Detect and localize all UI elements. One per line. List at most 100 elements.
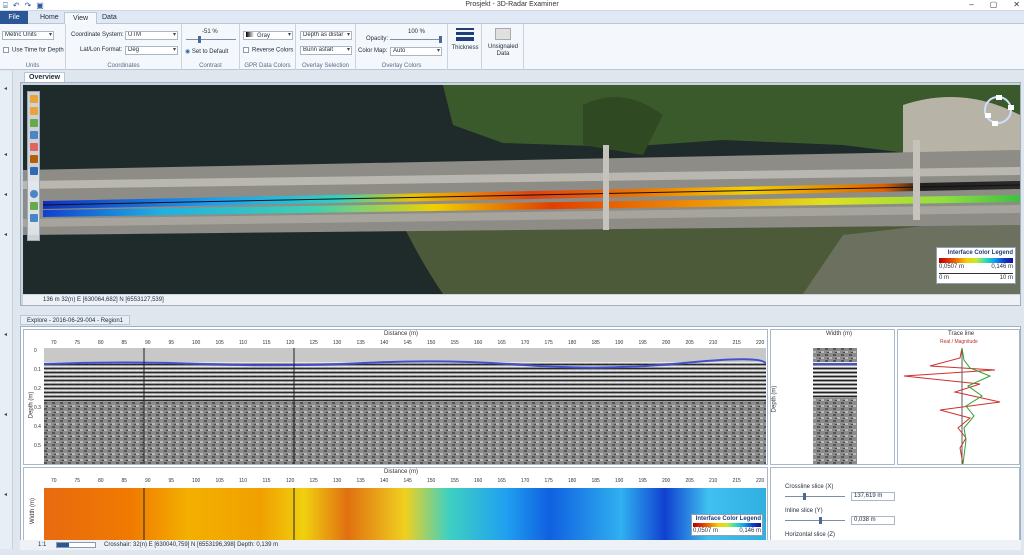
- distance-tick-label: 130: [333, 340, 342, 346]
- distance-tick-label: 110: [239, 478, 247, 484]
- distance-tick-label: 115: [262, 478, 271, 484]
- palette-label: Gray: [257, 33, 271, 39]
- unsignaled-button[interactable]: Unsignaled Data: [482, 24, 524, 70]
- trace-plot: [903, 348, 1001, 464]
- units-select[interactable]: Metric Units: [2, 31, 54, 40]
- width-panel[interactable]: Width (m) Depth (m): [770, 329, 895, 465]
- distance-tick-label: 75: [74, 478, 81, 484]
- reverse-colors-label: Reverse Colors: [252, 47, 294, 54]
- cscan-panel[interactable]: Distance (m) 70 75 80 85 90 95 100 105 110 115 120…: [23, 467, 768, 541]
- aerial-map[interactable]: [23, 85, 1020, 294]
- colormap-select[interactable]: Auto: [390, 47, 442, 56]
- distance-tick-label: 80: [98, 340, 104, 346]
- set-default-button[interactable]: ◉ Set to Default: [185, 48, 228, 55]
- dock-arrow-icon[interactable]: ◂: [4, 151, 7, 158]
- distance-tick-label: 100: [192, 478, 201, 484]
- marker-tool-icon[interactable]: [30, 143, 38, 151]
- crossline-slider[interactable]: [785, 493, 845, 500]
- overlay-surface-select[interactable]: Bunn asfalt: [300, 46, 352, 55]
- map-view[interactable]: Interface Color Legend 0,0507 m 0,146 m 0…: [23, 85, 1020, 294]
- radargram[interactable]: [44, 348, 766, 464]
- palette-select[interactable]: Gray: [243, 31, 293, 40]
- tab-home[interactable]: Home: [32, 12, 67, 24]
- trace-panel[interactable]: Trace line Real / Magnitude: [897, 329, 1020, 465]
- distance-tick-label: 175: [544, 340, 553, 346]
- distance-tick-label: 145: [403, 340, 412, 346]
- region-tool-icon[interactable]: [30, 202, 38, 210]
- distance-tick-label: 120: [286, 340, 295, 346]
- distance-tick-label: 200: [662, 478, 671, 484]
- measure-tool-icon[interactable]: [30, 131, 38, 139]
- distance-tick-label: 205: [685, 478, 694, 484]
- dock-arrow-icon[interactable]: ◂: [4, 411, 7, 418]
- overlay-mode-select[interactable]: Depth as distar: [300, 31, 352, 40]
- distance-tick-label: 220: [756, 478, 765, 484]
- bscan-panel[interactable]: Distance (m) 70 75 80 85 90 95 100 105 110 115 120…: [23, 329, 768, 465]
- maximize-icon[interactable]: ▢: [990, 0, 998, 9]
- depth-tick-label: 0: [34, 348, 37, 354]
- unsignaled-icon: [495, 28, 511, 40]
- zoom-tool-icon[interactable]: [30, 107, 38, 115]
- inline-slider[interactable]: [785, 517, 845, 524]
- window-title: Prosjekt - 3D-Radar Examiner: [465, 1, 559, 8]
- group-label-gpr: GPR Data Colors: [244, 63, 291, 69]
- distance-tick-label: 165: [497, 478, 506, 484]
- distance-tick-label: 155: [450, 340, 459, 346]
- reverse-colors-checkbox[interactable]: Reverse Colors: [243, 47, 293, 54]
- scale-end: 10 m: [999, 275, 1013, 281]
- colormap-label: Color Map:: [358, 48, 388, 54]
- select-tool-icon[interactable]: [30, 119, 38, 127]
- dock-arrow-icon[interactable]: ◂: [4, 331, 7, 338]
- close-icon[interactable]: ✕: [1013, 0, 1020, 9]
- export-tool-icon[interactable]: [30, 214, 38, 222]
- tab-data[interactable]: Data: [94, 12, 125, 24]
- distance-tick-label: 170: [521, 478, 530, 484]
- distance-tick-label: 130: [333, 478, 342, 484]
- distance-tick-label: 105: [215, 340, 224, 346]
- group-label-contrast: Contrast: [199, 63, 222, 69]
- depth-tick-label: 0.1: [34, 367, 41, 373]
- flag-tool-icon[interactable]: [30, 167, 38, 175]
- cscan-legend-max: 0,146 m: [739, 528, 761, 534]
- dock-arrow-icon[interactable]: ◂: [4, 85, 7, 92]
- title-bar: ⌸ ↶ ↷ ▣ Prosjekt - 3D-Radar Examiner – ▢…: [0, 0, 1024, 11]
- depth-tick-label: 0.5: [34, 443, 41, 449]
- distance-tick-label: 115: [262, 340, 271, 346]
- overview-panel: Interface Color Legend 0,0507 m 0,146 m 0…: [20, 82, 1021, 306]
- depth-tick-label: 0.2: [34, 386, 41, 392]
- width-depth-label: Depth (m): [771, 385, 778, 413]
- distance-tick-label: 80: [98, 478, 104, 484]
- minimize-icon[interactable]: –: [969, 0, 973, 9]
- layer-tool-icon[interactable]: [30, 155, 38, 163]
- cscan-color-legend: Interface Color Legend 0,0507 m 0,146 m: [691, 514, 763, 536]
- distance-tick-label: 140: [380, 478, 389, 484]
- interface-map[interactable]: [44, 488, 766, 540]
- distance-tick-label: 75: [74, 340, 81, 346]
- tab-explore[interactable]: Explore - 2016-06-29-004 - Region1: [20, 315, 131, 325]
- distance-tick-label: 150: [427, 340, 436, 346]
- distance-tick-label: 95: [168, 478, 175, 484]
- distance-tick-label: 160: [474, 478, 483, 484]
- crossline-value[interactable]: 137,619 m: [851, 492, 895, 501]
- tab-overview[interactable]: Overview: [24, 72, 66, 82]
- opacity-slider[interactable]: [390, 36, 442, 43]
- tab-file[interactable]: File: [0, 11, 28, 24]
- dock-arrow-icon[interactable]: ◂: [4, 231, 7, 238]
- legend-min: 0,0507 m: [939, 264, 965, 270]
- globe-tool-icon[interactable]: [30, 190, 38, 198]
- contrast-slider[interactable]: [186, 36, 236, 43]
- dock-arrow-icon[interactable]: ◂: [4, 191, 7, 198]
- distance-tick-label: 220: [756, 340, 765, 346]
- latlon-format-label: Lat/Lon Format:: [80, 47, 123, 53]
- cscan-legend-min: 0,0507 m: [693, 528, 719, 534]
- distance-tick-label: 70: [51, 478, 57, 484]
- thickness-button[interactable]: Thickness: [448, 24, 482, 70]
- pan-tool-icon[interactable]: [30, 95, 38, 103]
- distance-tick-label: 85: [121, 478, 128, 484]
- inline-value[interactable]: 0,038 m: [851, 516, 895, 525]
- coord-system-select[interactable]: UTM: [125, 31, 178, 40]
- thickness-icon: [456, 28, 474, 42]
- dock-arrow-icon[interactable]: ◂: [4, 491, 7, 498]
- use-time-checkbox[interactable]: Use Time for Depth: [3, 47, 64, 54]
- latlon-format-select[interactable]: Deg: [125, 46, 178, 55]
